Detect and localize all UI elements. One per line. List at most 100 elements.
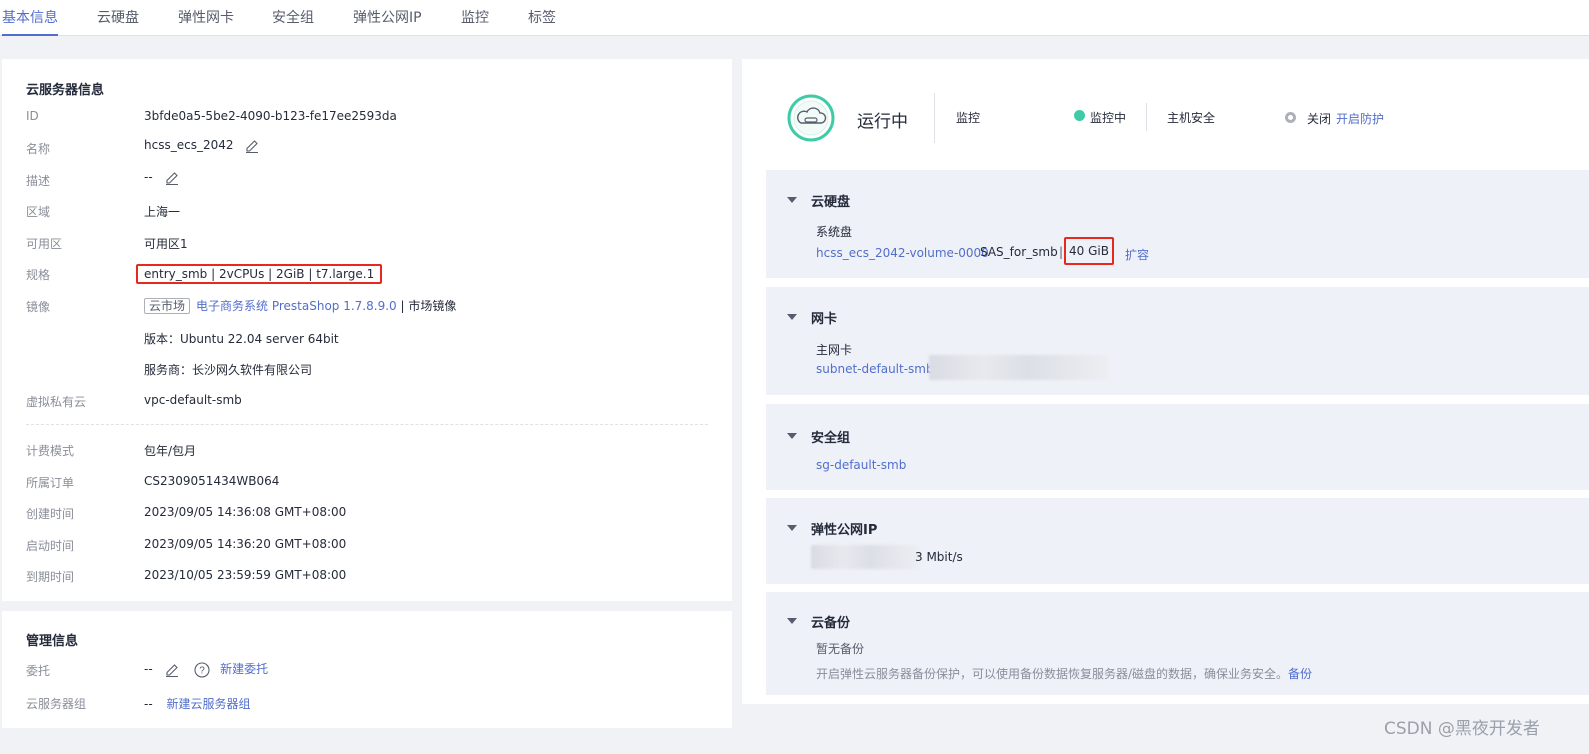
- security-group-collapse-icon[interactable]: [787, 433, 797, 439]
- desc-label: 描述: [26, 174, 51, 188]
- volume-size: 40 GiB: [1064, 237, 1114, 265]
- backup-link[interactable]: 备份: [1288, 667, 1312, 681]
- expand-link[interactable]: 扩容: [1125, 246, 1149, 263]
- delegate-row: -- ? 新建委托: [144, 660, 268, 678]
- host-security-status-icon: [1285, 112, 1296, 123]
- eip-bandwidth: 3 Mbit/s: [915, 550, 963, 564]
- edit-delegate-icon[interactable]: [165, 663, 179, 677]
- eip-title: 弹性公网IP: [811, 523, 878, 538]
- new-server-group-link[interactable]: 新建云服务器组: [167, 697, 251, 711]
- disk-title: 云硬盘: [811, 195, 851, 210]
- no-backup-text: 暂无备份: [816, 642, 865, 656]
- billing-value: 包年/包月: [144, 444, 197, 458]
- az-label: 可用区: [26, 237, 63, 251]
- expire-label: 到期时间: [26, 570, 75, 584]
- nic-panel: 网卡 主网卡 subnet-default-smb: [766, 287, 1589, 395]
- name-row: hcss_ecs_2042: [144, 138, 259, 153]
- created-label: 创建时间: [26, 507, 75, 521]
- image-row: 云市场 电子商务系统 PrestaShop 1.7.8.9.0 | 市场镜像: [144, 297, 456, 314]
- backup-collapse-icon[interactable]: [787, 618, 797, 624]
- host-security-label: 主机安全: [1167, 111, 1216, 125]
- order-label: 所属订单: [26, 476, 75, 490]
- edit-name-icon[interactable]: [245, 139, 259, 153]
- status-divider: [934, 93, 935, 143]
- monitor-status-icon: [1074, 110, 1085, 121]
- server-group-label: 云服务器组: [26, 697, 87, 711]
- image-label: 镜像: [26, 300, 51, 314]
- order-link[interactable]: CS2309051434WB064: [144, 474, 279, 488]
- tab-eip[interactable]: 弹性公网IP: [353, 7, 422, 36]
- mgmt-info-card: [2, 611, 732, 728]
- volume-type: SAS_for_smb: [980, 245, 1058, 259]
- expire-value: 2023/10/05 23:59:59 GMT+08:00: [144, 568, 347, 582]
- desc-value: --: [144, 170, 153, 184]
- help-icon[interactable]: ?: [194, 661, 210, 678]
- region-value: 上海一: [144, 205, 181, 219]
- running-status-text: 运行中: [857, 112, 908, 132]
- disk-panel: 云硬盘 系统盘 hcss_ecs_2042-volume-0000 SAS_fo…: [766, 170, 1589, 278]
- volume-link[interactable]: hcss_ecs_2042-volume-0000: [816, 246, 989, 260]
- name-value: hcss_ecs_2042: [144, 138, 234, 152]
- server-group-value: --: [144, 697, 153, 711]
- server-group-row: -- 新建云服务器组: [144, 695, 251, 712]
- marketplace-tag: 云市场: [144, 298, 191, 314]
- nic-ip-redacted: [929, 355, 1109, 380]
- tab-basic-info[interactable]: 基本信息: [2, 7, 58, 36]
- vpc-link[interactable]: vpc-default-smb: [144, 393, 242, 407]
- watermark: CSDN @黑夜开发者: [1384, 719, 1540, 739]
- eip-panel: 弹性公网IP 3 Mbit/s: [766, 498, 1589, 584]
- enable-protection-link[interactable]: 开启防护: [1336, 110, 1384, 127]
- monitor-label: 监控: [956, 111, 981, 125]
- volume-separator: |: [1059, 245, 1064, 259]
- tab-bar: 基本信息 云硬盘 弹性网卡 安全组 弹性公网IP 监控 标签: [0, 0, 1589, 36]
- started-label: 启动时间: [26, 539, 75, 553]
- id-label: ID: [26, 109, 39, 123]
- subnet-link[interactable]: subnet-default-smb: [816, 362, 934, 376]
- host-security-status-text: 关闭: [1307, 112, 1332, 126]
- security-group-panel: 安全组 sg-default-smb: [766, 404, 1589, 490]
- az-value: 可用区1: [144, 237, 188, 251]
- security-group-title: 安全组: [811, 431, 851, 446]
- nic-collapse-icon[interactable]: [787, 314, 797, 320]
- flavor-value: entry_smb | 2vCPUs | 2GiB | t7.large.1: [136, 264, 383, 284]
- flavor-label: 规格: [26, 268, 51, 282]
- nic-title: 网卡: [811, 312, 838, 327]
- running-status-icon: [787, 94, 835, 142]
- eip-address-redacted: [811, 545, 919, 569]
- billing-label: 计费模式: [26, 444, 75, 458]
- new-delegate-link[interactable]: 新建委托: [220, 662, 268, 676]
- vpc-label: 虚拟私有云: [26, 395, 87, 409]
- info-divider: [26, 424, 708, 425]
- server-info-card: [2, 59, 732, 601]
- tab-tags[interactable]: 标签: [528, 7, 556, 36]
- backup-description: 开启弹性云服务器备份保护，可以使用备份数据恢复服务器/磁盘的数据，确保业务安全。: [816, 667, 1289, 681]
- image-suffix: | 市场镜像: [396, 299, 457, 313]
- security-group-link[interactable]: sg-default-smb: [816, 458, 906, 472]
- id-value: 3bfde0a5-5be2-4090-b123-fe17ee2593da: [144, 109, 397, 123]
- mgmt-info-title: 管理信息: [26, 634, 79, 649]
- started-value: 2023/09/05 14:36:20 GMT+08:00: [144, 537, 347, 551]
- eip-collapse-icon[interactable]: [787, 525, 797, 531]
- svg-text:?: ?: [200, 665, 206, 676]
- status-divider-2: [1146, 103, 1147, 131]
- primary-nic-label: 主网卡: [816, 343, 853, 357]
- tab-security-group[interactable]: 安全组: [272, 7, 314, 36]
- backup-desc-row: 开启弹性云服务器备份保护，可以使用备份数据恢复服务器/磁盘的数据，确保业务安全。…: [816, 665, 1312, 682]
- edit-desc-icon[interactable]: [165, 171, 179, 185]
- image-version: 版本：Ubuntu 22.04 server 64bit: [144, 332, 339, 346]
- delegate-label: 委托: [26, 664, 51, 678]
- delegate-value: --: [144, 662, 153, 676]
- tab-disk[interactable]: 云硬盘: [97, 7, 139, 36]
- backup-panel: 云备份 暂无备份 开启弹性云服务器备份保护，可以使用备份数据恢复服务器/磁盘的数…: [766, 592, 1589, 695]
- tab-monitor[interactable]: 监控: [461, 7, 489, 36]
- tab-nic[interactable]: 弹性网卡: [178, 7, 234, 36]
- created-value: 2023/09/05 14:36:08 GMT+08:00: [144, 505, 347, 519]
- backup-title: 云备份: [811, 616, 851, 631]
- monitor-status-text: 监控中: [1090, 111, 1127, 125]
- disk-collapse-icon[interactable]: [787, 197, 797, 203]
- image-link[interactable]: 电子商务系统 PrestaShop 1.7.8.9.0: [196, 299, 397, 313]
- server-info-title: 云服务器信息: [26, 83, 105, 98]
- image-vendor: 服务商：长沙网久软件有限公司: [144, 363, 313, 377]
- name-label: 名称: [26, 142, 51, 156]
- region-label: 区域: [26, 205, 51, 219]
